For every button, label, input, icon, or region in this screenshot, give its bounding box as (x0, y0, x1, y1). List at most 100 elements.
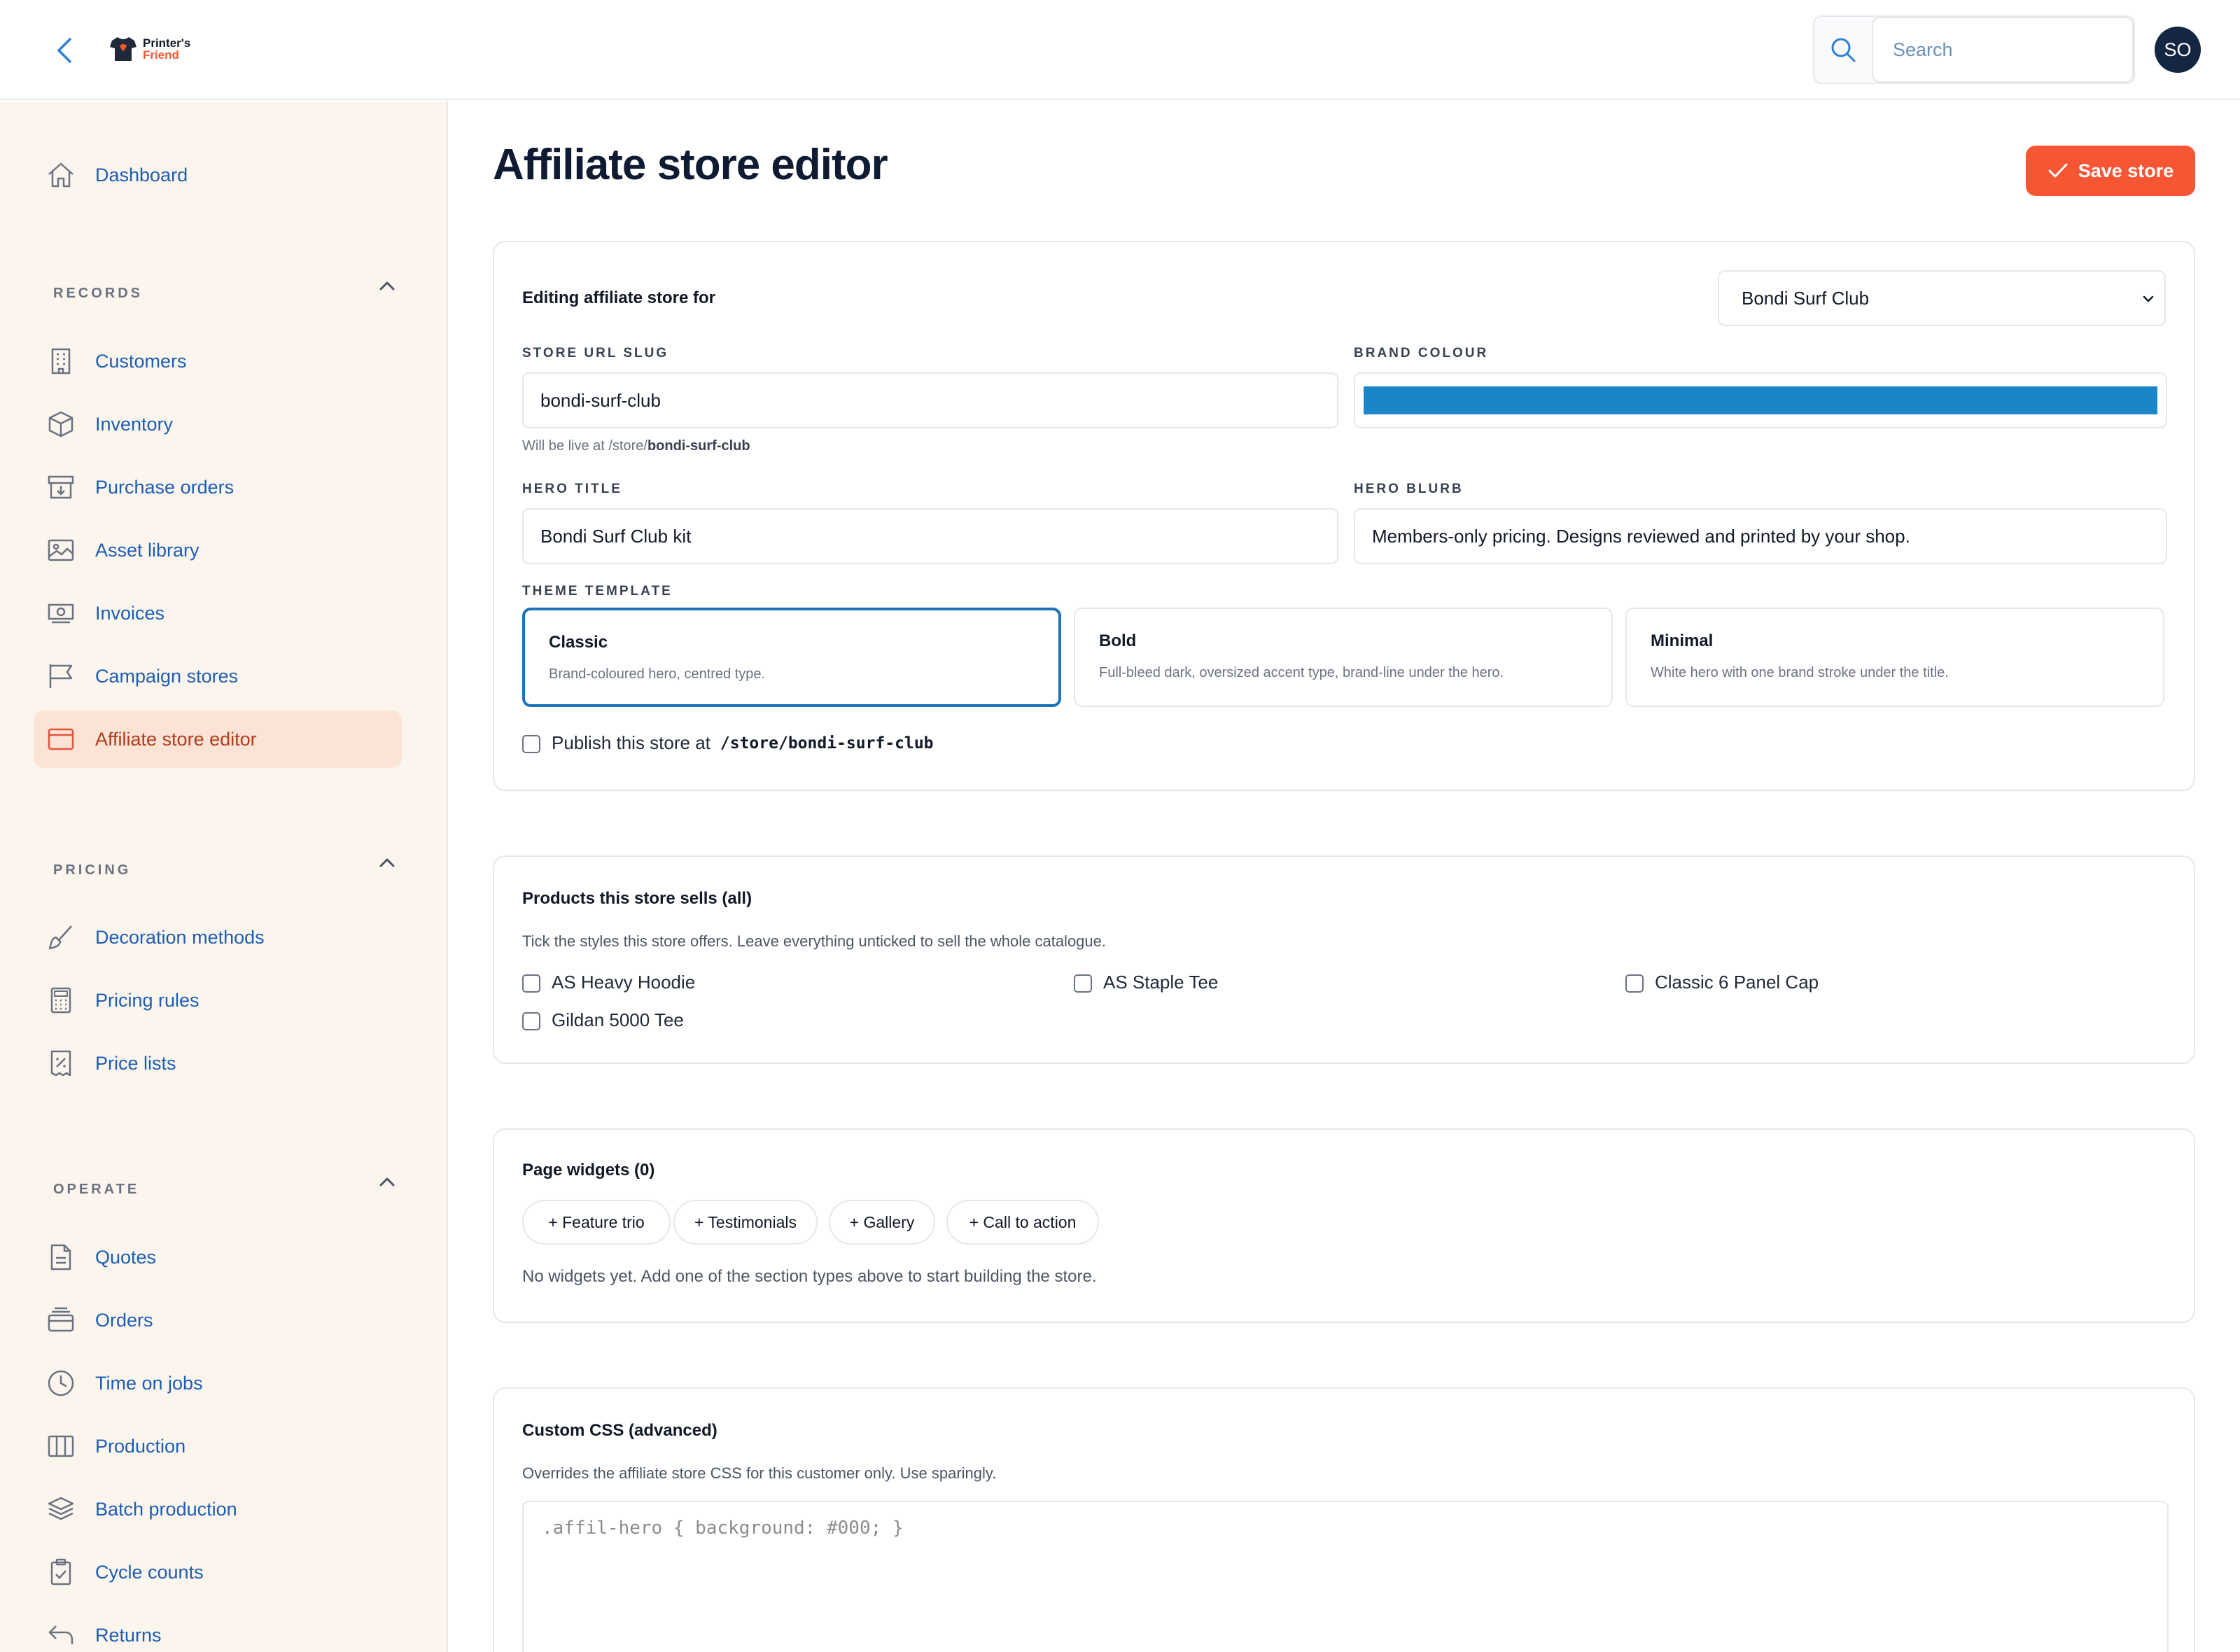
slug-input[interactable]: bondi-surf-club (522, 372, 1338, 428)
sidebar-item-campaign-stores[interactable]: Campaign stores (34, 648, 402, 705)
add-feature-trio-button[interactable]: + Feature trio (522, 1200, 671, 1245)
widgets-card: Page widgets (0) + Feature trio + Testim… (493, 1128, 2195, 1323)
product-checkbox[interactable] (1074, 974, 1092, 993)
return-arrow-icon (48, 1625, 74, 1644)
sidebar-item-asset-library[interactable]: Asset library (34, 522, 402, 579)
product-label: Gildan 5000 Tee (552, 1009, 684, 1030)
theme-name: Classic (549, 633, 608, 652)
search-box (1813, 15, 2135, 84)
sidebar-item-customers[interactable]: Customers (34, 332, 402, 390)
sidebar-item-label: Dashboard (95, 164, 188, 186)
custom-css-textarea[interactable]: .affil-hero { background: #000; } (522, 1501, 2169, 1652)
product-label: AS Staple Tee (1103, 972, 1219, 993)
hero-blurb-label: HERO BLURB (1354, 482, 1464, 496)
hero-title-label: HERO TITLE (522, 482, 622, 496)
sidebar: Dashboard RECORDS Customers Inventory Pu… (0, 102, 448, 1652)
logo-line-1: Printer's (143, 36, 191, 50)
theme-description: Brand-coloured hero, centred type. (549, 666, 766, 682)
brand-colour-label: BRAND COLOUR (1354, 346, 1489, 360)
sidebar-item-label: Pricing rules (95, 989, 200, 1011)
product-checkbox[interactable] (1625, 974, 1644, 993)
clock-icon (48, 1370, 74, 1396)
theme-name: Bold (1099, 631, 1137, 650)
sidebar-item-invoices[interactable]: Invoices (34, 584, 402, 642)
sidebar-item-decoration-methods[interactable]: Decoration methods (34, 909, 402, 966)
archive-download-icon (48, 475, 74, 499)
publish-label: Publish this store at /store/bondi-surf-… (552, 732, 934, 754)
publish-checkbox[interactable] (522, 735, 540, 753)
chevron-up-icon[interactable] (375, 1170, 399, 1194)
sidebar-item-inventory[interactable]: Inventory (34, 396, 402, 453)
sidebar-item-returns[interactable]: Returns (34, 1606, 402, 1652)
products-subtitle: Tick the styles this store offers. Leave… (522, 932, 1107, 950)
chevron-up-icon[interactable] (375, 850, 399, 874)
products-title: Products this store sells (all) (522, 889, 752, 908)
customer-select[interactable]: Bondi Surf Club (1718, 270, 2166, 326)
slug-hint-slug: bondi-surf-club (647, 438, 750, 454)
custom-css-card: Custom CSS (advanced) Overrides the affi… (493, 1387, 2195, 1652)
sidebar-item-batch-production[interactable]: Batch production (34, 1480, 402, 1538)
sidebar-item-orders[interactable]: Orders (34, 1292, 402, 1349)
add-gallery-button[interactable]: + Gallery (829, 1200, 935, 1245)
product-label: Classic 6 Panel Cap (1655, 972, 1819, 993)
search-input[interactable] (1872, 17, 2134, 83)
custom-css-subtitle: Overrides the affiliate store CSS for th… (522, 1464, 997, 1482)
app-logo[interactable]: Printer's Friend (109, 35, 190, 63)
section-label-operate: OPERATE (53, 1182, 140, 1197)
back-button[interactable] (50, 35, 78, 66)
sidebar-item-time-on-jobs[interactable]: Time on jobs (34, 1354, 402, 1412)
sidebar-item-dashboard[interactable]: Dashboard (34, 146, 402, 204)
theme-name: Minimal (1651, 631, 1714, 650)
add-call-to-action-button[interactable]: + Call to action (946, 1200, 1099, 1245)
sidebar-item-label: Inventory (95, 413, 174, 435)
browser-window-icon (48, 728, 74, 750)
theme-option-classic[interactable]: Classic Brand-coloured hero, centred typ… (522, 608, 1061, 707)
calculator-icon (50, 987, 71, 1014)
box-icon (48, 411, 74, 438)
product-checkbox[interactable] (522, 1012, 540, 1030)
hero-blurb-input[interactable]: Members-only pricing. Designs reviewed a… (1354, 508, 2167, 564)
sidebar-item-label: Affiliate store editor (95, 728, 257, 750)
sidebar-item-production[interactable]: Production (34, 1418, 402, 1475)
slug-hint-prefix: Will be live at /store/ (522, 438, 648, 454)
sidebar-item-label: Campaign stores (95, 665, 239, 687)
hero-title-input[interactable]: Bondi Surf Club kit (522, 508, 1338, 564)
flag-icon (49, 664, 73, 688)
chevron-up-icon[interactable] (375, 274, 399, 298)
building-icon (51, 348, 71, 374)
sidebar-item-affiliate-store-editor[interactable]: Affiliate store editor (34, 710, 402, 768)
brand-colour-picker[interactable] (1354, 372, 2167, 428)
chevron-down-icon (2143, 295, 2154, 302)
theme-option-minimal[interactable]: Minimal White hero with one brand stroke… (1625, 608, 2164, 707)
add-testimonials-button[interactable]: + Testimonials (673, 1200, 818, 1245)
sidebar-item-quotes[interactable]: Quotes (34, 1228, 402, 1286)
theme-template-label: THEME TEMPLATE (522, 584, 673, 598)
store-settings-card: Editing affiliate store for Bondi Surf C… (493, 241, 2195, 791)
sidebar-item-purchase-orders[interactable]: Purchase orders (34, 458, 402, 516)
chevron-left-icon (57, 38, 71, 63)
page-title: Affiliate store editor (493, 141, 888, 189)
theme-option-bold[interactable]: Bold Full-bleed dark, oversized accent t… (1074, 608, 1613, 707)
stack-icon (48, 1307, 74, 1332)
sidebar-item-label: Decoration methods (95, 926, 265, 948)
search-icon[interactable] (1814, 17, 1872, 83)
sidebar-item-label: Batch production (95, 1498, 237, 1520)
sidebar-item-label: Quotes (95, 1246, 157, 1268)
sidebar-item-label: Price lists (95, 1052, 176, 1074)
sidebar-item-price-lists[interactable]: Price lists (34, 1035, 402, 1092)
document-icon (50, 1244, 71, 1270)
theme-description: White hero with one brand stroke under t… (1651, 665, 1949, 680)
product-checkbox[interactable] (522, 974, 540, 993)
brand-colour-swatch (1364, 386, 2157, 414)
sidebar-item-cycle-counts[interactable]: Cycle counts (34, 1544, 402, 1601)
product-label: AS Heavy Hoodie (552, 972, 696, 993)
home-icon (48, 162, 74, 188)
hero-blurb-value: Members-only pricing. Designs reviewed a… (1372, 525, 1910, 547)
sidebar-item-pricing-rules[interactable]: Pricing rules (34, 972, 402, 1029)
user-avatar[interactable]: SO (2155, 27, 2201, 73)
sidebar-item-label: Returns (95, 1624, 162, 1646)
sidebar-item-label: Purchase orders (95, 476, 234, 498)
columns-icon (48, 1435, 74, 1457)
logo-line-2: Friend (143, 48, 179, 62)
save-store-button[interactable]: Save store (2026, 146, 2195, 196)
